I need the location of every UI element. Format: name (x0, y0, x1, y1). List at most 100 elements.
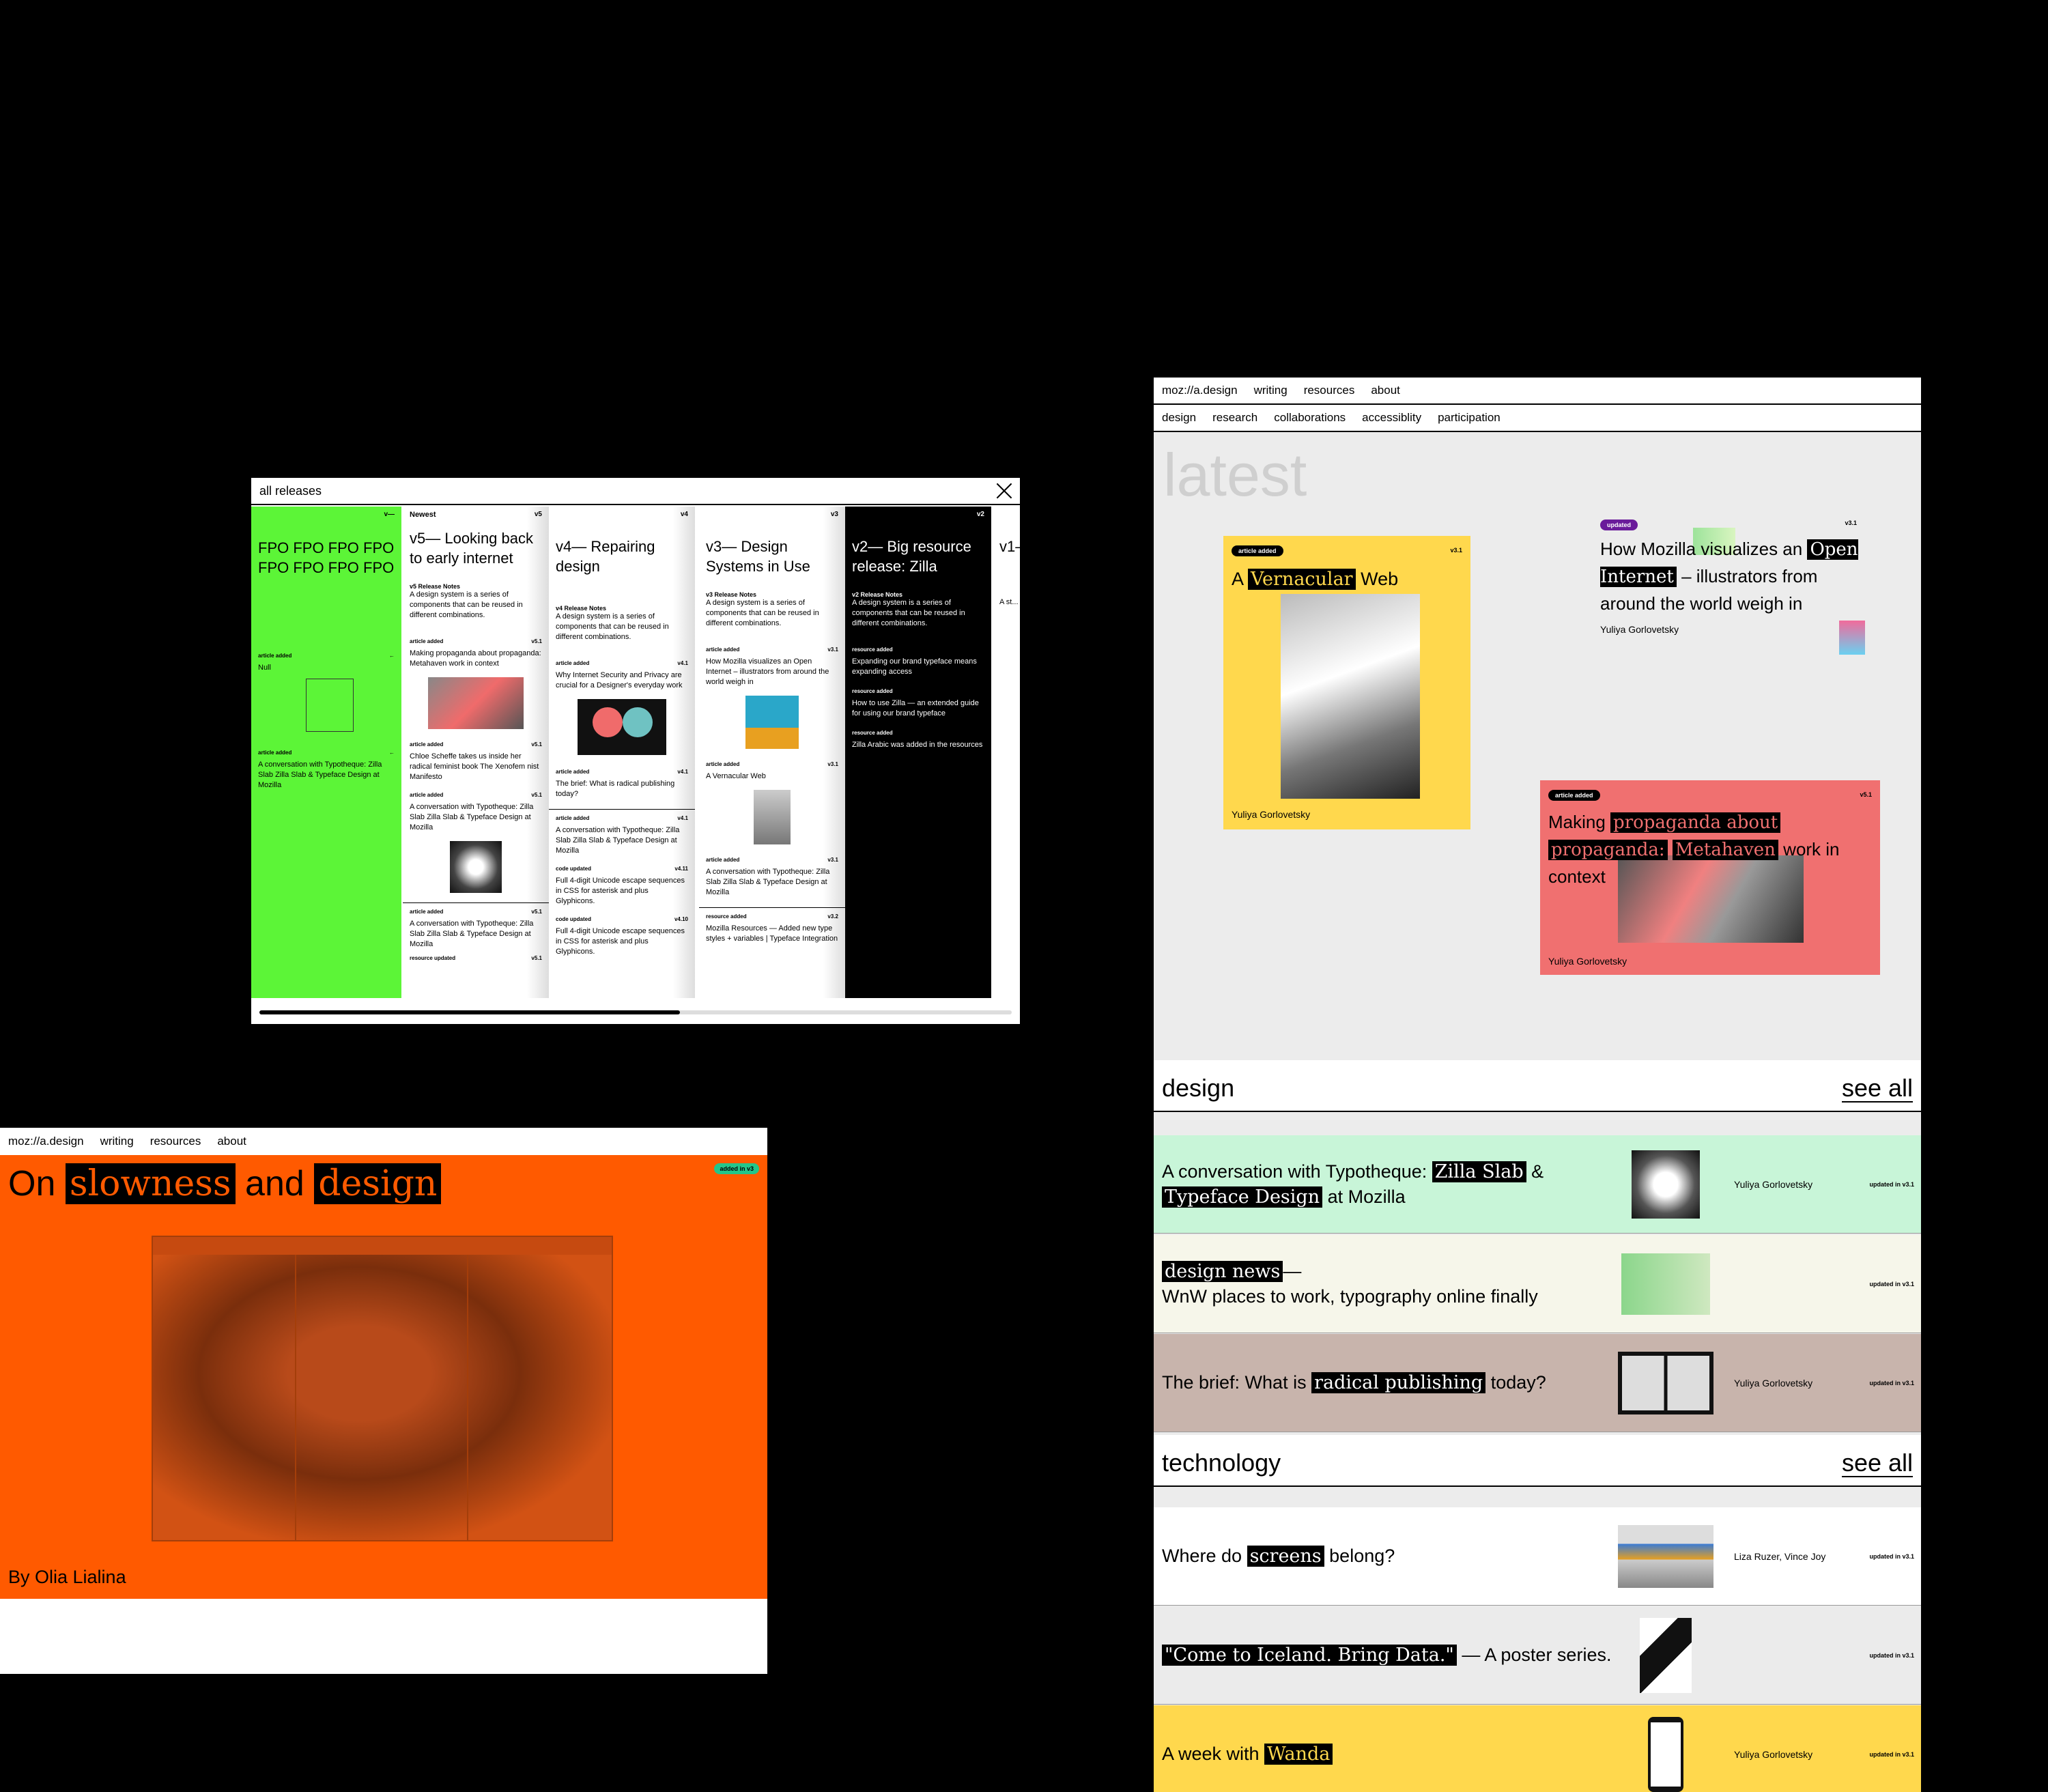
nav-about[interactable]: about (1371, 384, 1400, 397)
nav-logo[interactable]: moz://a.design (1162, 384, 1238, 397)
entry-meta: resource added (852, 688, 893, 694)
item-author: Yuliya Gorlovetsky (1734, 1377, 1813, 1389)
release-entry[interactable]: article added v3.1 A Vernacular Web (706, 761, 838, 844)
list-item[interactable]: "Come to Iceland. Bring Data." — A poste… (1154, 1606, 1921, 1705)
card-author: Yuliya Gorlovetsky (1548, 956, 1627, 967)
release-heading: v3— Design Systems in Use (706, 538, 810, 575)
release-entry[interactable]: article added v3.1 A conversation with Ty… (706, 857, 838, 898)
release-column[interactable]: v3 v3— Design Systems in Use v3 Release … (699, 507, 845, 998)
release-entry[interactable]: article added v5.1 A conversation with Ty… (410, 792, 542, 893)
release-entry[interactable]: resource added v3.2 Mozilla Resources — A… (706, 913, 838, 944)
release-entry[interactable]: article added ← A conversation with Typot… (258, 750, 395, 791)
release-entry[interactable]: article added v3.1 How Mozilla visualizes… (706, 646, 838, 749)
item-thumbnail (1618, 1346, 1713, 1421)
item-updated[interactable]: updated in v3.1 (1869, 1553, 1914, 1560)
item-title: Where do screens belong? (1162, 1546, 1395, 1567)
release-entry[interactable]: article added v4.1 The brief: What is rad… (556, 769, 688, 799)
release-entry[interactable]: article added v5.1 Chloe Scheffe takes us… (410, 741, 542, 782)
release-entry[interactable]: resource added Expanding our brand typef… (852, 646, 984, 677)
release-entry[interactable]: article added v4.1 Why Internet Security … (556, 660, 688, 755)
slowness-page: moz://a.design writing resources about a… (0, 1128, 767, 1674)
entry-version: v4.1 (677, 769, 688, 775)
list-item[interactable]: design news — WnW places to work, typogra… (1154, 1235, 1921, 1333)
release-notes: A design system is a series of component… (410, 591, 523, 619)
item-author: Liza Ruzer, Vince Joy (1734, 1550, 1826, 1562)
nav-writing[interactable]: writing (100, 1135, 134, 1148)
list-item[interactable]: A week with Wanda Yuliya Gorlovetsky upd… (1154, 1705, 1921, 1792)
horizontal-scrollbar[interactable] (259, 1010, 1012, 1014)
subnav-participation[interactable]: participation (1438, 411, 1501, 425)
item-updated[interactable]: updated in v3.1 (1869, 1380, 1914, 1386)
card-badge: article added (1232, 545, 1283, 556)
thumbnail (578, 699, 666, 755)
release-column[interactable]: v4 v4— Repairing design v4 Release Notes… (549, 507, 695, 998)
entry-text: How Mozilla visualizes an Open Internet … (706, 657, 829, 686)
release-heading: FPO FPO FPO FPO FPO FPO FPO FPO (258, 539, 395, 576)
nav-writing[interactable]: writing (1254, 384, 1288, 397)
release-entry[interactable]: article added v5.1 A conversation with Ty… (410, 909, 542, 950)
item-title: "Come to Iceland. Bring Data." — A poste… (1154, 1642, 1618, 1668)
item-updated[interactable]: updated in v3.1 (1869, 1652, 1914, 1659)
release-column[interactable]: v1— Re A st... comp... diffe... (993, 507, 1020, 998)
release-entry[interactable]: article added v5.1 Making propaganda abou… (410, 638, 542, 729)
list-item[interactable]: Where do screens belong? Liza Ruzer, Vin… (1154, 1507, 1921, 1606)
subnav-accessiblity[interactable]: accessiblity (1362, 411, 1421, 425)
scrollbar-thumb[interactable] (259, 1010, 680, 1014)
release-column[interactable]: v2 v2— Big resource release: Zilla v2 Re… (845, 507, 991, 998)
nav-logo[interactable]: moz://a.design (8, 1135, 84, 1148)
item-thumbnail (1618, 1716, 1713, 1792)
item-updated[interactable]: updated in v3.1 (1869, 1751, 1914, 1758)
card-open-internet[interactable]: updated v3.1 How Mozilla visualizes an O… (1600, 518, 1865, 655)
item-updated[interactable]: updated in v3.1 (1869, 1281, 1914, 1288)
release-entry[interactable]: code updated v4.11 Full 4-digit Unicode e… (556, 866, 688, 907)
item-author: Yuliya Gorlovetsky (1734, 1748, 1813, 1760)
entry-text: Full 4-digit Unicode escape sequences in… (556, 927, 685, 956)
article-hero: added in v3 On slowness and design By Ol… (0, 1155, 767, 1599)
latest-heading: latest (1163, 441, 1307, 509)
subnav-research[interactable]: research (1212, 411, 1257, 425)
release-entry[interactable]: resource added Zilla Arabic was added in… (852, 730, 984, 750)
release-entry[interactable]: article added ← Null (258, 653, 395, 732)
see-all-link[interactable]: see all (1841, 1450, 1913, 1477)
release-column[interactable]: Newest v5 v5— Looking back to early inte… (403, 507, 549, 998)
card-author: Yuliya Gorlovetsky (1600, 624, 1679, 635)
list-item[interactable]: The brief: What is radical publishing to… (1154, 1334, 1921, 1432)
entry-version: v4.1 (677, 660, 688, 666)
card-title: A Vernacular Web (1232, 569, 1399, 590)
release-entry[interactable]: resource updated v5.1 (410, 955, 542, 961)
item-title: design news — WnW places to work, typogra… (1162, 1260, 1538, 1307)
list-item[interactable]: A conversation with Typotheque: Zilla Sl… (1154, 1135, 1921, 1234)
thumbnail (754, 790, 791, 844)
close-icon[interactable] (995, 482, 1013, 500)
release-entry[interactable]: article added v4.1 A conversation with Ty… (556, 815, 688, 856)
item-updated[interactable]: updated in v3.1 (1869, 1181, 1914, 1188)
card-vernacular[interactable]: article added v3.1 A Vernacular Web Yuli… (1223, 536, 1470, 829)
entry-meta: resource added (852, 646, 893, 653)
release-column[interactable]: v— FPO FPO FPO FPO FPO FPO FPO FPO artic… (251, 507, 401, 998)
notes-label: v5 Release Notes (410, 583, 461, 590)
release-entry[interactable]: resource added How to use Zilla — an ext… (852, 688, 984, 719)
entry-text: Mozilla Resources — Added new type style… (706, 924, 838, 943)
subnav-design[interactable]: design (1162, 411, 1196, 425)
card-propaganda[interactable]: article added v5.1 Making propaganda abo… (1540, 780, 1880, 975)
entry-text: A conversation with Typotheque: Zilla Sl… (410, 920, 534, 948)
see-all-link[interactable]: see all (1841, 1075, 1913, 1103)
entry-meta: article added (410, 792, 444, 798)
notes-label: v3 Release Notes (706, 591, 757, 598)
entry-text: Zilla Arabic was added in the resources (852, 741, 983, 749)
releases-header: all releases (251, 478, 1020, 505)
release-heading: v5— Looking back to early internet (410, 530, 533, 567)
subnav-collaborations[interactable]: collaborations (1274, 411, 1346, 425)
arrow-left-icon: ← (389, 750, 395, 756)
thumbnail (428, 677, 524, 729)
release-entry[interactable]: code updated v4.10 Full 4-digit Unicode e… (556, 916, 688, 957)
entry-meta: article added (556, 769, 590, 775)
item-thumbnail (1618, 1247, 1713, 1322)
releases-title: all releases (259, 483, 322, 498)
nav-about[interactable]: about (217, 1135, 246, 1148)
card-title: How Mozilla visualizes an Open Internet … (1600, 539, 1858, 614)
nav-resources[interactable]: resources (150, 1135, 201, 1148)
entry-meta: article added (410, 909, 444, 915)
nav-resources[interactable]: resources (1304, 384, 1355, 397)
release-columns[interactable]: v— FPO FPO FPO FPO FPO FPO FPO FPO artic… (251, 507, 1020, 998)
